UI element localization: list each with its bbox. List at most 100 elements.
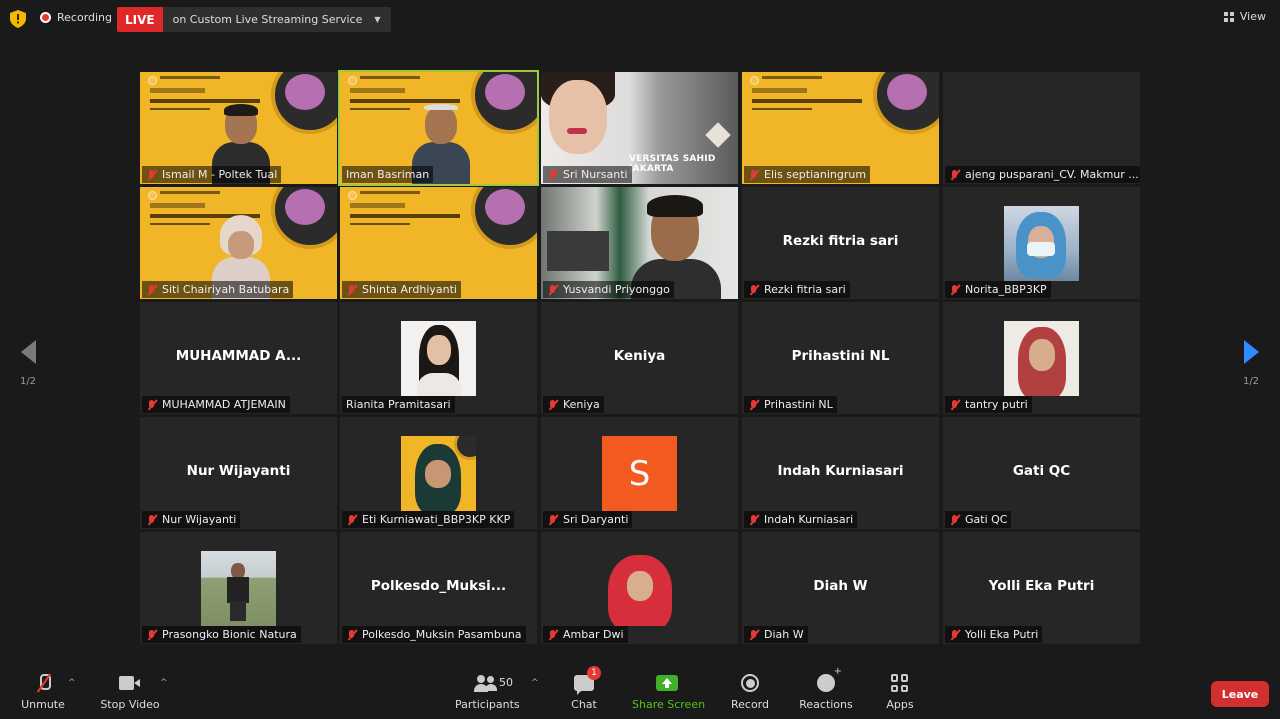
muted-mic-icon bbox=[146, 169, 158, 181]
participant-name-label: MUHAMMAD ATJEMAIN bbox=[142, 396, 290, 413]
muted-mic-icon bbox=[346, 629, 358, 641]
muted-mic-icon bbox=[346, 514, 358, 526]
muted-mic-icon bbox=[949, 514, 961, 526]
stop-video-button[interactable]: Stop Video bbox=[100, 672, 160, 711]
muted-mic-icon bbox=[146, 399, 158, 411]
profile-picture bbox=[401, 436, 476, 511]
participant-name-label: Rianita Pramitasari bbox=[342, 396, 455, 413]
audio-options-chevron-icon[interactable]: ^ bbox=[68, 678, 76, 688]
participant-name: Keniya bbox=[563, 398, 600, 411]
live-service-dropdown[interactable]: on Custom Live Streaming Service ▼ bbox=[162, 7, 391, 32]
participant-tile[interactable]: Ambar Dwi bbox=[541, 532, 738, 644]
unmute-button[interactable]: Unmute bbox=[20, 672, 66, 711]
participant-tile[interactable]: Prasongko Bionic Natura bbox=[140, 532, 337, 644]
participant-tile[interactable]: Diah W Diah W bbox=[742, 532, 939, 644]
chat-unread-badge: 1 bbox=[587, 666, 601, 680]
participant-name-label: Elis septianingrum bbox=[744, 166, 871, 183]
reactions-button[interactable]: Reactions bbox=[798, 666, 854, 711]
record-icon bbox=[741, 674, 759, 692]
participants-count: 50 bbox=[499, 676, 513, 689]
participant-tile[interactable]: Prihastini NL Prihastini NL bbox=[742, 302, 939, 414]
muted-mic-icon bbox=[748, 514, 760, 526]
participant-name: Iman Basriman bbox=[346, 168, 430, 181]
participant-name-label: Shinta Ardhiyanti bbox=[342, 281, 461, 298]
participant-tile[interactable]: Keniya Keniya bbox=[541, 302, 738, 414]
participant-name-label: tantry putri bbox=[945, 396, 1032, 413]
participant-tile[interactable]: Shinta Ardhiyanti bbox=[340, 187, 537, 299]
participant-name: Sri Daryanti bbox=[563, 513, 629, 526]
participants-button[interactable]: 50 Participants bbox=[455, 672, 520, 711]
share-screen-icon bbox=[656, 675, 678, 691]
previous-page-button[interactable]: 1/2 bbox=[13, 340, 43, 387]
participant-tile[interactable]: Eti Kurniawati_BBP3KP KKP bbox=[340, 417, 537, 529]
next-page-button[interactable]: 1/2 bbox=[1236, 340, 1266, 387]
participant-display-name: Indah Kurniasari bbox=[777, 463, 904, 479]
participant-name: Ismail M - Poltek Tual bbox=[162, 168, 278, 181]
participant-name: Polkesdo_Muksin Pasambuna bbox=[362, 628, 522, 641]
participant-display-name: MUHAMMAD A... bbox=[175, 348, 302, 364]
security-shield-icon[interactable] bbox=[10, 10, 26, 28]
live-stream-indicator[interactable]: LIVE on Custom Live Streaming Service ▼ bbox=[117, 7, 391, 32]
muted-mic-icon bbox=[748, 629, 760, 641]
participant-name-label: Siti Chairiyah Batubara bbox=[142, 281, 294, 298]
muted-mic-icon bbox=[547, 399, 559, 411]
participant-tile[interactable]: ajeng pusparani_CV. Makmur ... bbox=[943, 72, 1140, 184]
participant-tile[interactable]: Rezki fitria sari Rezki fitria sari bbox=[742, 187, 939, 299]
participant-display-name: Keniya bbox=[613, 348, 666, 364]
participant-tile-active-speaker[interactable]: Iman Basriman bbox=[338, 70, 539, 186]
muted-mic-icon bbox=[547, 514, 559, 526]
participant-tile[interactable]: MUHAMMAD A... MUHAMMAD ATJEMAIN bbox=[140, 302, 337, 414]
participant-name-label: Yusvandi Priyonggo bbox=[543, 281, 674, 298]
participant-name: Rianita Pramitasari bbox=[346, 398, 451, 411]
participant-name-label: Sri Daryanti bbox=[543, 511, 633, 528]
participant-name-label: Ambar Dwi bbox=[543, 626, 628, 643]
participant-name-label: Iman Basriman bbox=[342, 166, 434, 183]
share-screen-button[interactable]: Share Screen bbox=[632, 672, 705, 711]
participant-tile[interactable]: Polkesdo_Muksi... Polkesdo_Muksin Pasamb… bbox=[340, 532, 537, 644]
participant-name-label: Rezki fitria sari bbox=[744, 281, 850, 298]
participant-tile[interactable]: VERSITAS SAHID JAKARTA Sri Nursanti bbox=[541, 72, 738, 184]
participant-tile[interactable]: Ismail M - Poltek Tual bbox=[140, 72, 337, 184]
apps-button[interactable]: Apps bbox=[884, 672, 916, 711]
participant-tile[interactable]: Yolli Eka Putri Yolli Eka Putri bbox=[943, 532, 1140, 644]
video-options-chevron-icon[interactable]: ^ bbox=[160, 678, 168, 688]
muted-mic-icon bbox=[748, 284, 760, 296]
participant-tile[interactable]: S Sri Daryanti bbox=[541, 417, 738, 529]
emoji-reaction-icon bbox=[817, 666, 842, 692]
recording-indicator[interactable]: Recording bbox=[40, 11, 112, 24]
participant-tile[interactable]: Gati QC Gati QC bbox=[943, 417, 1140, 529]
muted-mic-icon bbox=[748, 169, 760, 181]
participant-tile[interactable]: Yusvandi Priyonggo bbox=[541, 187, 738, 299]
participant-display-name: Yolli Eka Putri bbox=[988, 578, 1095, 594]
participant-tile[interactable]: Siti Chairiyah Batubara bbox=[140, 187, 337, 299]
participant-tile[interactable]: Nur Wijayanti Nur Wijayanti bbox=[140, 417, 337, 529]
participant-name-label: Prihastini NL bbox=[744, 396, 837, 413]
record-label: Record bbox=[730, 698, 769, 711]
muted-mic-icon bbox=[949, 284, 961, 296]
recording-dot-icon bbox=[40, 12, 51, 23]
participants-options-chevron-icon[interactable]: ^ bbox=[531, 678, 539, 688]
participant-name: Diah W bbox=[764, 628, 804, 641]
participant-tile[interactable]: Rianita Pramitasari bbox=[340, 302, 537, 414]
participant-name-label: Norita_BBP3KP bbox=[945, 281, 1051, 298]
participant-tile[interactable]: Norita_BBP3KP bbox=[943, 187, 1140, 299]
chat-button[interactable]: 1 Chat bbox=[566, 666, 602, 711]
view-button[interactable]: View bbox=[1223, 10, 1266, 23]
participant-name: Yusvandi Priyonggo bbox=[563, 283, 670, 296]
participant-name: Prihastini NL bbox=[764, 398, 833, 411]
muted-mic-icon bbox=[146, 514, 158, 526]
participant-name: Yolli Eka Putri bbox=[965, 628, 1039, 641]
participant-name: Ambar Dwi bbox=[563, 628, 624, 641]
participant-tile[interactable]: Indah Kurniasari Indah Kurniasari bbox=[742, 417, 939, 529]
participant-name-label: Yolli Eka Putri bbox=[945, 626, 1043, 643]
muted-mic-icon bbox=[146, 284, 158, 296]
muted-mic-icon bbox=[949, 399, 961, 411]
video-overlay-text: VERSITAS SAHID JAKARTA bbox=[629, 154, 716, 174]
participant-tile[interactable]: Elis septianingrum bbox=[742, 72, 939, 184]
page-indicator-right: 1/2 bbox=[1242, 376, 1260, 387]
record-button[interactable]: Record bbox=[730, 672, 770, 711]
participant-name-label: Polkesdo_Muksin Pasambuna bbox=[342, 626, 526, 643]
participant-tile[interactable]: tantry putri bbox=[943, 302, 1140, 414]
leave-button[interactable]: Leave bbox=[1211, 681, 1269, 707]
reactions-label: Reactions bbox=[799, 698, 853, 711]
